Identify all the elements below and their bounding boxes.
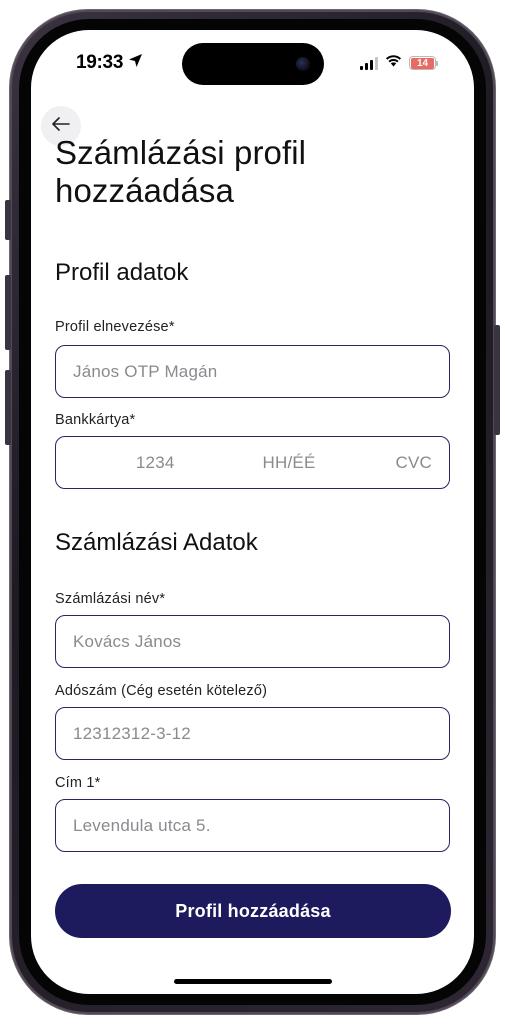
address1-field [55, 799, 450, 852]
tax-number-label: Adószám (Cég esetén kötelező) [55, 683, 268, 699]
battery-cap [436, 60, 438, 66]
tax-number-input[interactable] [56, 723, 449, 744]
volume-down-button [5, 370, 11, 445]
status-time-text: 19:33 [76, 52, 124, 73]
billing-section-title: Számlázási Adatok [55, 529, 258, 556]
status-indicators: 14 [360, 54, 438, 72]
battery-body: 14 [409, 56, 436, 70]
home-indicator[interactable] [174, 979, 332, 984]
status-time: 19:33 [76, 52, 143, 74]
billing-name-label: Számlázási név* [55, 591, 166, 607]
location-arrow-icon [128, 52, 143, 74]
app-screen: 19:33 14 Számlázási profil hozzáadása Pr… [31, 30, 474, 994]
profile-name-input[interactable] [56, 361, 449, 382]
bank-card-label: Bankkártya* [55, 412, 136, 428]
dynamic-island [182, 43, 324, 85]
power-button [494, 325, 500, 435]
page-title: Számlázási profil hozzáadása [55, 134, 307, 209]
billing-name-input[interactable] [56, 631, 449, 652]
device-stage: 19:33 14 Számlázási profil hozzáadása Pr… [0, 0, 505, 1024]
action-button [5, 200, 11, 240]
battery-icon: 14 [409, 56, 438, 70]
volume-up-button [5, 275, 11, 350]
profile-name-field [55, 345, 450, 398]
card-cvc-input[interactable]: CVC [396, 453, 433, 473]
address1-input[interactable] [56, 815, 449, 836]
battery-level: 14 [411, 57, 434, 69]
card-expiry-input[interactable]: HH/ÉÉ [263, 453, 316, 473]
profile-name-label: Profil elnevezése* [55, 319, 175, 335]
cellular-signal-icon [360, 56, 378, 70]
bank-card-field[interactable]: 1234 HH/ÉÉ CVC [55, 436, 450, 489]
tax-number-field [55, 707, 450, 760]
add-profile-button[interactable]: Profil hozzáadása [55, 884, 451, 938]
billing-name-field [55, 615, 450, 668]
profile-section-title: Profil adatok [55, 259, 189, 286]
card-number-input[interactable]: 1234 [136, 453, 175, 473]
front-camera-icon [296, 57, 310, 71]
wifi-icon [385, 54, 402, 72]
address1-label: Cím 1* [55, 775, 101, 791]
